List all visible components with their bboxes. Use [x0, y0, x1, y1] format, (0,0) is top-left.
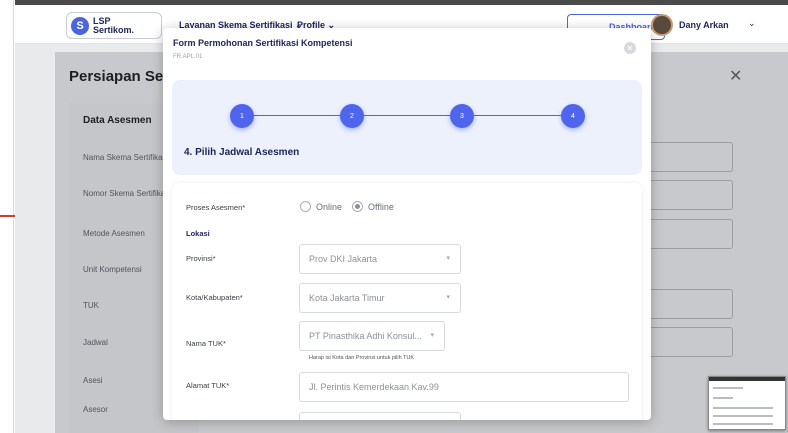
label-nama-skema: Nama Skema Sertifikas: [83, 153, 167, 162]
modal-subtitle: FR.APL.01: [173, 54, 203, 60]
radio-offline[interactable]: [352, 201, 363, 212]
tuk-value: PT Pinasthika Adhi Konsul...: [309, 331, 422, 341]
bg-field-nomor: [645, 180, 733, 210]
provinsi-value: Prov DKI Jakarta: [309, 254, 378, 264]
form-card: Proses Asesmen* Online Offline Lokasi Pr…: [172, 183, 642, 420]
alamat-input[interactable]: Jl. Perintis Kemerdekaan Kav.99: [299, 372, 629, 402]
radio-offline-label[interactable]: Offline: [368, 202, 394, 212]
step-2[interactable]: 2: [340, 104, 364, 128]
provinsi-label: Provinsi*: [186, 254, 216, 263]
step-connector: [242, 115, 352, 116]
chevron-down-icon[interactable]: ⌄: [748, 18, 756, 29]
logo-badge-icon: S: [71, 16, 89, 35]
logo-text: LSP Sertikom.: [93, 15, 135, 35]
tuk-label: Nama TUK*: [186, 339, 226, 348]
label-asesor: Asesor: [83, 405, 108, 414]
label-jadwal: Jadwal: [83, 338, 108, 347]
data-asesmen-title: Data Asesmen: [83, 115, 152, 126]
step-1[interactable]: 1: [230, 104, 254, 128]
kota-value: Kota Jakarta Timur: [309, 293, 385, 303]
chevron-down-icon: ▾: [430, 332, 434, 339]
bg-field-nama: [645, 142, 733, 172]
bg-field-jadwal: [645, 327, 733, 357]
close-icon[interactable]: ✕: [729, 66, 742, 86]
kota-select[interactable]: Kota Jakarta Timur ▾: [299, 283, 461, 313]
tuk-select[interactable]: PT Pinasthika Adhi Konsul... ▾: [299, 321, 445, 351]
radio-online[interactable]: [300, 201, 311, 212]
alamat-value: Jl. Perintis Kemerdekaan Kav.99: [309, 382, 439, 392]
bg-field-metode: [645, 219, 733, 249]
step-connector: [462, 115, 572, 116]
user-name[interactable]: Dany Arkan: [679, 20, 729, 30]
step-3[interactable]: 3: [450, 104, 474, 128]
lokasi-heading: Lokasi: [186, 229, 210, 238]
label-metode: Metode Asesmen: [83, 229, 145, 238]
close-icon[interactable]: ✕: [624, 42, 636, 54]
kota-label: Kota/Kabupaten*: [186, 293, 243, 302]
next-field-partial[interactable]: [299, 412, 461, 420]
label-nomor-skema: Nomor Skema Sertifika: [83, 189, 166, 198]
label-asesi: Asesi: [83, 376, 103, 385]
tuk-hint: Harap isi Kota dan Provinsi untuk pilih …: [309, 355, 415, 361]
top-edge-bar: [15, 0, 788, 5]
chevron-down-icon: ▾: [446, 255, 450, 262]
provinsi-select[interactable]: Prov DKI Jakarta ▾: [299, 244, 461, 274]
step-4[interactable]: 4: [561, 104, 585, 128]
application-form-modal: Form Permohonan Sertifikasi Kompetensi F…: [163, 28, 651, 420]
step-title: 4. Pilih Jadwal Asesmen: [184, 147, 300, 158]
chevron-down-icon: ▾: [446, 294, 450, 301]
label-tuk: TUK: [83, 301, 99, 310]
step-connector: [352, 115, 462, 116]
proses-label: Proses Asesmen*: [186, 203, 246, 212]
alamat-label: Alamat TUK*: [186, 381, 230, 390]
stepper-card: 1 2 3 4 4. Pilih Jadwal Asesmen: [172, 80, 642, 175]
modal-title: Form Permohonan Sertifikasi Kompetensi: [173, 38, 353, 48]
radio-online-label[interactable]: Online: [316, 202, 342, 212]
bg-field-tuk: [645, 289, 733, 319]
lsp-logo[interactable]: S LSP Sertikom.: [66, 12, 162, 39]
avatar[interactable]: [651, 14, 673, 36]
label-unit: Unit Kompetensi: [83, 265, 142, 274]
window-thumbnail[interactable]: [708, 376, 786, 430]
